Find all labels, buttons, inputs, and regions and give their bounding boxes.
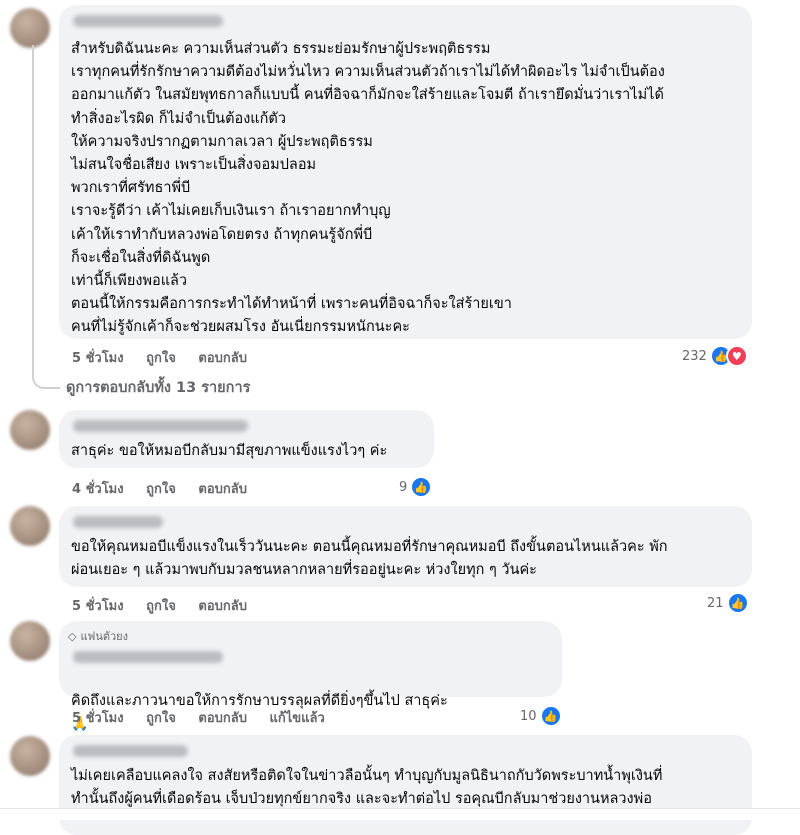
comment-actions: 5 ชั่วโมง ถูกใจ ตอบกลับ แก้ไขแล้ว bbox=[72, 707, 343, 728]
edited-label[interactable]: แก้ไขแล้ว bbox=[270, 711, 325, 726]
avatar[interactable] bbox=[10, 736, 50, 776]
comment-text: สำหรับดิฉันนะคะ ความเห็นส่วนตัว ธรรมะย่อ… bbox=[71, 41, 665, 336]
avatar[interactable] bbox=[10, 621, 50, 661]
avatar[interactable] bbox=[10, 8, 50, 48]
like-icon: 👍 bbox=[410, 476, 433, 498]
top-fan-badge[interactable]: ◇ แฟนตัวยง bbox=[68, 627, 128, 645]
reaction-count: 9 bbox=[399, 479, 408, 495]
comment-bubble: คิดถึงและภาวนาขอให้การรักษาบรรลุผลที่ดีย… bbox=[59, 621, 562, 779]
reaction-count: 10 bbox=[520, 708, 537, 724]
diamond-icon: ◇ bbox=[68, 629, 77, 643]
reaction-summary[interactable]: 232 👍 ♥ bbox=[682, 345, 748, 367]
comment-bubble: ไม่เคยเคลือบแคลงใจ สงสัยหรือติดใจในข่าวล… bbox=[59, 735, 752, 835]
like-icon: 👍 bbox=[726, 592, 749, 614]
comment-actions: 5 ชั่วโมง ถูกใจ ตอบกลับ bbox=[72, 595, 265, 616]
author-name-blurred[interactable] bbox=[73, 745, 188, 757]
scroll-edge bbox=[0, 808, 800, 820]
comment-bubble: ขอให้คุณหมอบีแข็งแรงในเร็ววันนะคะ ตอนนี้… bbox=[59, 506, 752, 587]
avatar[interactable] bbox=[10, 506, 50, 546]
badge-label: แฟนตัวยง bbox=[80, 630, 129, 643]
avatar[interactable] bbox=[10, 410, 50, 450]
reaction-summary[interactable]: 9 👍 bbox=[399, 476, 433, 498]
author-name-blurred[interactable] bbox=[73, 651, 223, 663]
thread-line bbox=[32, 45, 60, 389]
reply-button[interactable]: ตอบกลับ bbox=[198, 711, 247, 726]
timestamp[interactable]: 4 ชั่วโมง bbox=[72, 482, 124, 497]
love-icon: ♥ bbox=[725, 345, 748, 367]
comment-actions: 4 ชั่วโมง ถูกใจ ตอบกลับ bbox=[72, 478, 265, 499]
comment-bubble: สาธุค่ะ ขอให้หมอบีกลับมามีสุขภาพแข็งแรงไ… bbox=[59, 410, 434, 468]
like-button[interactable]: ถูกใจ bbox=[146, 711, 176, 726]
timestamp[interactable]: 5 ชั่วโมง bbox=[72, 599, 124, 614]
timestamp[interactable]: 5 ชั่วโมง bbox=[72, 711, 124, 726]
timestamp[interactable]: 5 ชั่วโมง bbox=[72, 351, 124, 366]
author-name-blurred[interactable] bbox=[73, 420, 248, 432]
reaction-summary[interactable]: 10 👍 bbox=[520, 705, 562, 727]
reaction-summary[interactable]: 21 👍 bbox=[707, 592, 749, 614]
reaction-count: 21 bbox=[707, 595, 724, 611]
view-replies-link[interactable]: ดูการตอบกลับทั้ง 13 รายการ bbox=[66, 376, 250, 399]
like-button[interactable]: ถูกใจ bbox=[146, 599, 176, 614]
author-name-blurred[interactable] bbox=[73, 516, 163, 528]
reply-button[interactable]: ตอบกลับ bbox=[198, 599, 247, 614]
comment-text: สาธุค่ะ ขอให้หมอบีกลับมามีสุขภาพแข็งแรงไ… bbox=[71, 443, 388, 459]
like-button[interactable]: ถูกใจ bbox=[146, 482, 176, 497]
like-button[interactable]: ถูกใจ bbox=[146, 351, 176, 366]
comment-text: ขอให้คุณหมอบีแข็งแรงในเร็ววันนะคะ ตอนนี้… bbox=[71, 539, 668, 579]
comment-bubble: สำหรับดิฉันนะคะ ความเห็นส่วนตัว ธรรมะย่อ… bbox=[59, 5, 752, 339]
comment-actions: 5 ชั่วโมง ถูกใจ ตอบกลับ bbox=[72, 347, 265, 368]
author-name-blurred[interactable] bbox=[73, 15, 223, 27]
comment-text: ไม่เคยเคลือบแคลงใจ สงสัยหรือติดใจในข่าวล… bbox=[71, 768, 663, 808]
reaction-count: 232 bbox=[682, 348, 707, 364]
reply-button[interactable]: ตอบกลับ bbox=[198, 351, 247, 366]
reply-button[interactable]: ตอบกลับ bbox=[198, 482, 247, 497]
like-icon: 👍 bbox=[539, 705, 562, 727]
